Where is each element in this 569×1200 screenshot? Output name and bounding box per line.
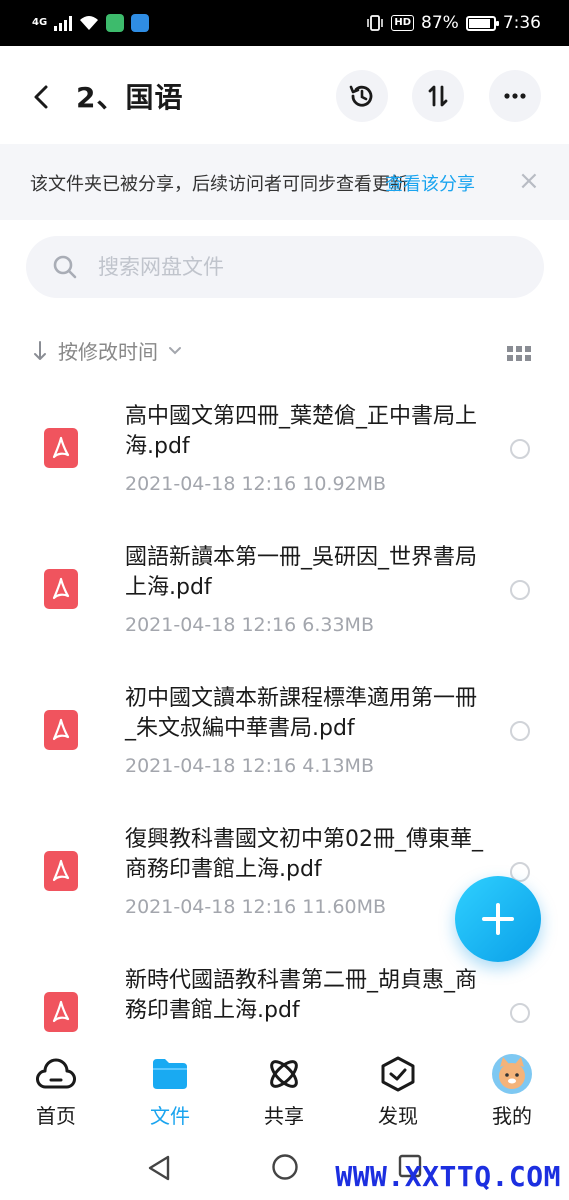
- nav-discover[interactable]: 发现: [348, 1054, 448, 1129]
- header: 2、国语: [0, 46, 569, 144]
- nav-label: 首页: [36, 1104, 76, 1128]
- grid-view-icon[interactable]: [507, 346, 531, 362]
- history-icon: [349, 85, 373, 107]
- list-item[interactable]: 國語新讀本第一冊_吳研因_世界書局上海.pdf 2021-04-18 12:16…: [0, 521, 569, 662]
- sort-arrows-icon: [428, 85, 448, 107]
- file-meta: 2021-04-18 12:16 10.92MB: [125, 473, 387, 495]
- select-radio[interactable]: [510, 439, 530, 459]
- back-button[interactable]: [24, 80, 58, 114]
- pdf-file-icon: [44, 992, 78, 1032]
- file-meta: 2021-04-18 12:16 4.13MB: [125, 755, 374, 777]
- search-bar[interactable]: [26, 236, 544, 298]
- file-name: 新時代國語教科書第二冊_胡貞惠_商務印書館上海.pdf: [125, 968, 478, 1023]
- bottom-nav: 首页 文件 共享 发现 我的: [0, 1040, 569, 1134]
- close-icon[interactable]: ×: [518, 166, 540, 196]
- pdf-file-icon: [44, 851, 78, 891]
- page-title: 2、国语: [76, 81, 184, 114]
- select-radio[interactable]: [510, 721, 530, 741]
- select-radio[interactable]: [510, 1003, 530, 1023]
- watermark: WWW.XXTTQ.COM: [335, 1160, 561, 1193]
- chevron-down-icon: [169, 346, 181, 354]
- cloud-icon: [36, 1058, 76, 1089]
- atom-icon: [270, 1060, 298, 1088]
- nav-label: 共享: [264, 1104, 304, 1128]
- pdf-file-icon: [44, 710, 78, 750]
- folder-icon: [153, 1059, 187, 1089]
- nav-share[interactable]: 共享: [234, 1054, 334, 1129]
- history-button[interactable]: [336, 70, 388, 122]
- file-meta: 2021-04-18 12:16 6.33MB: [125, 614, 374, 636]
- nav-me[interactable]: 我的: [462, 1054, 562, 1129]
- file-name: 高中國文第四冊_葉楚傖_正中書局上海.pdf: [125, 404, 478, 459]
- file-name: 復興教科書國文初中第02冊_傅東華_商務印書館上海.pdf: [125, 827, 483, 882]
- file-name: 國語新讀本第一冊_吳研因_世界書局上海.pdf: [125, 545, 478, 600]
- file-meta: 2021-04-18 12:16 11.60MB: [125, 896, 387, 918]
- nav-home[interactable]: 首页: [6, 1054, 106, 1129]
- nav-label: 我的: [492, 1104, 532, 1128]
- add-button[interactable]: [455, 876, 541, 962]
- system-nav-bar: WWW.XXTTQ.COM: [0, 1134, 569, 1200]
- list-item[interactable]: 高中國文第四冊_葉楚傖_正中書局上海.pdf 2021-04-18 12:16 …: [0, 380, 569, 521]
- file-name: 初中國文讀本新課程標準適用第一冊_朱文叔編中華書局.pdf: [125, 686, 478, 741]
- home-circle-icon[interactable]: [271, 1153, 299, 1181]
- pdf-file-icon: [44, 569, 78, 609]
- clock: 7:36: [502, 13, 541, 33]
- select-radio[interactable]: [510, 580, 530, 600]
- vibrate-icon: [367, 15, 384, 31]
- more-dots-icon: [504, 93, 526, 99]
- nav-label: 发现: [378, 1104, 418, 1128]
- search-icon: [53, 255, 77, 279]
- sort-toggle-button[interactable]: [412, 70, 464, 122]
- network-type: 4G: [32, 17, 48, 28]
- sort-row: 按修改时间: [32, 336, 537, 374]
- share-banner: 该文件夹已被分享，后续访问者可同步查看更新 查看该分享 ×: [0, 144, 569, 220]
- arrow-down-icon: [34, 340, 46, 360]
- status-bar: 4G HD 87% 7:36: [0, 0, 569, 46]
- wifi-icon: [80, 16, 99, 30]
- more-button[interactable]: [489, 70, 541, 122]
- nav-label: 文件: [150, 1104, 190, 1128]
- plus-icon: [482, 903, 514, 935]
- play-store-icon: [106, 14, 125, 32]
- list-item[interactable]: 初中國文讀本新課程標準適用第一冊_朱文叔編中華書局.pdf 2021-04-18…: [0, 662, 569, 803]
- file-list: 高中國文第四冊_葉楚傖_正中書局上海.pdf 2021-04-18 12:16 …: [0, 380, 569, 1085]
- nav-files[interactable]: 文件: [120, 1054, 220, 1129]
- battery-icon: [465, 15, 499, 31]
- sort-label: 按修改时间: [58, 340, 158, 364]
- share-banner-text: 该文件夹已被分享，后续访问者可同步查看更新: [30, 174, 408, 195]
- back-triangle-icon[interactable]: [146, 1154, 172, 1182]
- pdf-file-icon: [44, 428, 78, 468]
- view-share-link[interactable]: 查看该分享: [385, 170, 475, 196]
- discover-icon: [381, 1056, 415, 1092]
- avatar: [492, 1054, 532, 1094]
- sort-selector[interactable]: 按修改时间: [32, 336, 537, 365]
- shield-app-icon: [131, 14, 150, 32]
- chevron-left-icon: [34, 85, 48, 109]
- battery-percent: 87%: [421, 13, 459, 33]
- hd-badge: HD: [391, 15, 415, 31]
- signal-icon: [54, 15, 73, 31]
- search-input[interactable]: [96, 254, 496, 280]
